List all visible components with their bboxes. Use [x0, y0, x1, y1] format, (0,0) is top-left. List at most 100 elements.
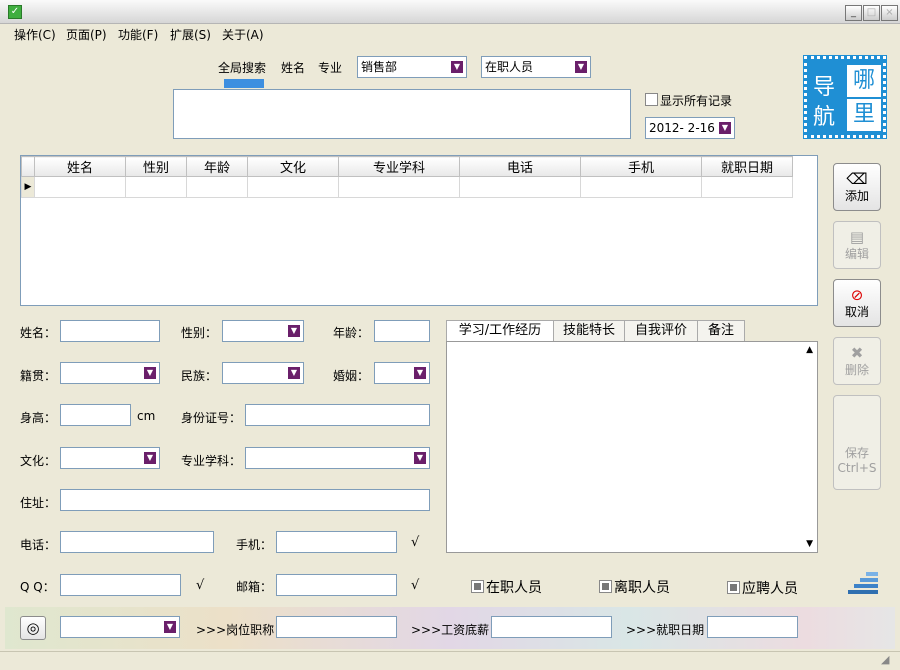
column-header[interactable]: 姓名: [34, 156, 126, 177]
footer-select[interactable]: ▼: [60, 616, 180, 638]
save-button-label: 保存: [844, 446, 869, 460]
prohibited-icon: ⊘: [850, 286, 864, 304]
menu-function[interactable]: 功能(F): [118, 26, 158, 43]
employee-grid[interactable]: 姓名 性别 年龄 文化 专业学科 电话 手机 就职日期 ▶: [20, 155, 818, 306]
detail-textarea[interactable]: ▲ ▼: [446, 341, 818, 553]
table-cell[interactable]: [459, 176, 581, 198]
cancel-button[interactable]: ⊘ 取消: [833, 279, 881, 327]
height-input[interactable]: [60, 404, 131, 426]
date-value: 2012- 2-16: [649, 121, 715, 135]
qq-input[interactable]: [60, 574, 181, 596]
tab-skills[interactable]: 技能特长: [553, 320, 625, 341]
dropdown-arrow-icon: ▼: [288, 325, 300, 337]
column-header[interactable]: 就职日期: [701, 156, 793, 177]
logo-char: 导: [813, 75, 836, 100]
resigned-label: 离职人员: [614, 580, 670, 596]
save-button[interactable]: 保存 Ctrl+S: [833, 395, 881, 490]
add-button-label: 添加: [844, 189, 869, 203]
menu-about[interactable]: 关于(A): [222, 26, 264, 43]
dropdown-arrow-icon: ▼: [144, 452, 156, 464]
name-input[interactable]: [60, 320, 160, 342]
employed-checkbox[interactable]: 在职人员: [471, 577, 542, 597]
mobile-input[interactable]: [276, 531, 397, 553]
hire-date-input[interactable]: [707, 616, 798, 638]
menu-bar: 操作(C) 页面(P) 功能(F) 扩展(S) 关于(A): [0, 24, 900, 44]
scroll-down-icon[interactable]: ▼: [806, 539, 813, 549]
grid-header-row: 姓名 性别 年龄 文化 专业学科 电话 手机 就职日期: [21, 156, 793, 177]
age-label: 年龄：: [333, 326, 370, 340]
edit-button-label: 编辑: [844, 247, 869, 261]
qq-valid-mark: √: [196, 578, 205, 593]
menu-page[interactable]: 页面(P): [66, 26, 107, 43]
dropdown-arrow-icon: ▼: [288, 367, 300, 379]
tab-global-search[interactable]: 全局搜索: [218, 59, 266, 76]
tab-notes[interactable]: 备注: [697, 320, 745, 341]
target-button[interactable]: ◎: [20, 616, 46, 640]
date-picker[interactable]: 2012- 2-16 ▼: [645, 117, 735, 139]
maximize-icon[interactable]: □: [863, 5, 880, 21]
edit-button[interactable]: ▤ 编辑: [833, 221, 881, 269]
app-icon: ✓: [8, 5, 22, 19]
phone-input[interactable]: [60, 531, 214, 553]
native-place-select[interactable]: ▼: [60, 362, 160, 384]
search-input[interactable]: [173, 89, 631, 139]
id-number-input[interactable]: [245, 404, 430, 426]
menu-operate[interactable]: 操作(C): [14, 26, 56, 43]
app-logo: 导 哪 航 里: [803, 55, 887, 139]
close-icon[interactable]: ×: [881, 5, 898, 21]
delete-button[interactable]: ✖ 删除: [833, 337, 881, 385]
ethnic-select[interactable]: ▼: [222, 362, 304, 384]
status-value: 在职人员: [485, 60, 534, 74]
tab-experience[interactable]: 学习/工作经历: [446, 320, 554, 342]
gender-select[interactable]: ▼: [222, 320, 304, 342]
email-label: 邮箱：: [236, 580, 273, 594]
email-input[interactable]: [276, 574, 397, 596]
dropdown-arrow-icon: ▼: [144, 367, 156, 379]
status-select[interactable]: 在职人员 ▼: [481, 56, 591, 78]
active-tab-indicator: [224, 79, 264, 88]
major-select[interactable]: ▼: [245, 447, 430, 469]
resize-grip-icon[interactable]: ◢: [881, 653, 889, 666]
show-all-checkbox[interactable]: 显示所有记录: [645, 92, 732, 109]
menu-extend[interactable]: 扩展(S): [170, 26, 211, 43]
tab-self-evaluation[interactable]: 自我评价: [624, 320, 698, 341]
table-cell[interactable]: [338, 176, 460, 198]
applicant-checkbox[interactable]: 应聘人员: [727, 578, 798, 598]
signal-bars-icon: [848, 570, 878, 598]
column-header[interactable]: 文化: [247, 156, 339, 177]
applicant-label: 应聘人员: [742, 581, 798, 597]
grid-row-header: [21, 156, 35, 177]
status-bar: [0, 651, 900, 670]
scroll-up-icon[interactable]: ▲: [806, 345, 813, 355]
mobile-label: 手机：: [236, 538, 273, 552]
table-cell[interactable]: [580, 176, 702, 198]
salary-input[interactable]: [491, 616, 612, 638]
marriage-label: 婚姻：: [333, 369, 370, 383]
add-button[interactable]: ⌫ 添加: [833, 163, 881, 211]
table-cell[interactable]: [125, 176, 187, 198]
department-select[interactable]: 销售部 ▼: [357, 56, 467, 78]
checkbox-icon: [599, 580, 612, 593]
column-header[interactable]: 年龄: [186, 156, 248, 177]
native-place-label: 籍贯：: [20, 369, 57, 383]
column-header[interactable]: 电话: [459, 156, 581, 177]
age-input[interactable]: [374, 320, 430, 342]
resigned-checkbox[interactable]: 离职人员: [599, 577, 670, 597]
column-header[interactable]: 性别: [125, 156, 187, 177]
position-label: >>>岗位职称: [196, 623, 275, 637]
column-header[interactable]: 手机: [580, 156, 702, 177]
table-cell[interactable]: [34, 176, 126, 198]
column-header[interactable]: 专业学科: [338, 156, 460, 177]
tab-major-search[interactable]: 专业: [318, 59, 342, 76]
education-select[interactable]: ▼: [60, 447, 160, 469]
address-input[interactable]: [60, 489, 430, 511]
table-cell[interactable]: [247, 176, 339, 198]
table-cell[interactable]: [701, 176, 793, 198]
minimize-icon[interactable]: _: [845, 5, 862, 21]
marriage-select[interactable]: ▼: [374, 362, 430, 384]
tab-name-search[interactable]: 姓名: [281, 59, 305, 76]
table-cell[interactable]: [186, 176, 248, 198]
row-pointer-icon: ▶: [21, 176, 35, 198]
position-input[interactable]: [276, 616, 397, 638]
table-row[interactable]: ▶: [21, 176, 793, 198]
